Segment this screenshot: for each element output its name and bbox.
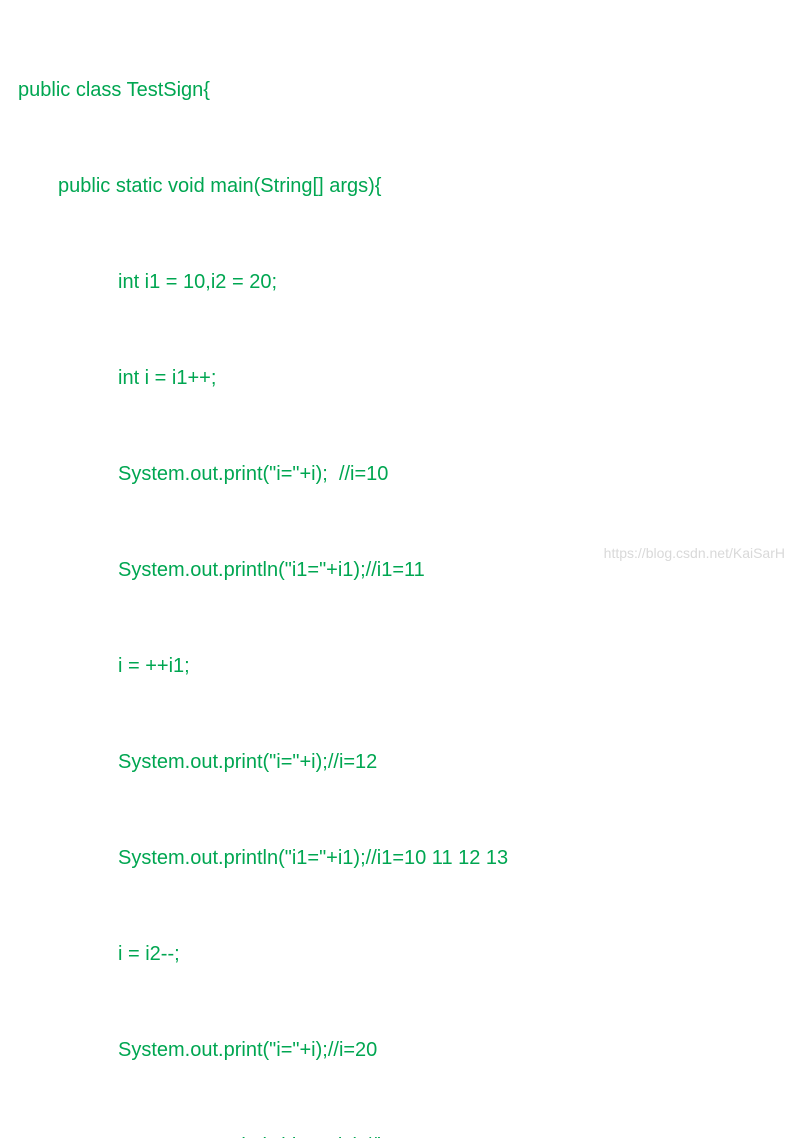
code-line: System.out.print("i="+i);//i=12: [18, 746, 779, 778]
watermark-text: https://blog.csdn.net/KaiSarH: [604, 545, 785, 561]
code-line: int i1 = 10,i2 = 20;: [18, 266, 779, 298]
code-line: i = ++i1;: [18, 650, 779, 682]
code-line: i = i2--;: [18, 938, 779, 970]
code-line: System.out.print("i="+i);//i=20: [18, 1034, 779, 1066]
code-line: public static void main(String[] args){: [18, 170, 779, 202]
code-line: System.out.print("i="+i); //i=10: [18, 458, 779, 490]
code-line: System.out.println("i1="+i1);//i1=10 11 …: [18, 842, 779, 874]
code-line: int i = i1++;: [18, 362, 779, 394]
code-line: public class TestSign{: [18, 74, 779, 106]
code-line: System.out.println("i2="+i2);//i2=19: [18, 1130, 779, 1138]
code-block: public class TestSign{ public static voi…: [0, 0, 797, 1138]
